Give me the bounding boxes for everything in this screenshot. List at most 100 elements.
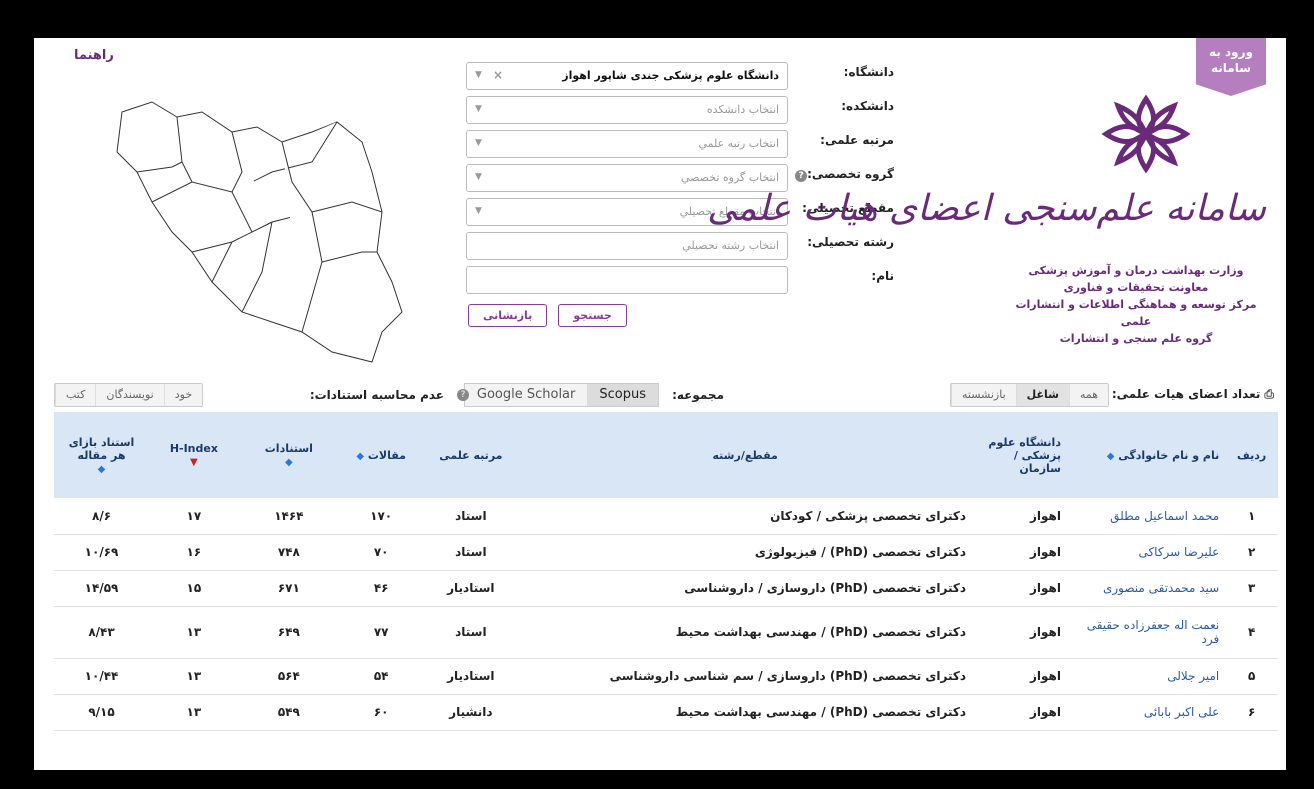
degree-cell: دکترای تخصصی (PhD) / فیزیولوژی xyxy=(518,534,973,571)
group-label-text: گروه تخصصی: xyxy=(807,167,894,181)
row-number: ۶ xyxy=(1225,694,1278,731)
col-articles-label: مقالات xyxy=(367,448,406,462)
cpa-cell: ۹/۱۵ xyxy=(54,694,150,731)
member-name-link[interactable]: علیرضا سرکاکی xyxy=(1066,534,1226,571)
member-name-link[interactable]: سید محمدتقی منصوری xyxy=(1066,570,1226,607)
col-name[interactable]: نام و نام خانوادگی ◆ xyxy=(1066,412,1226,498)
col-cpa[interactable]: استناد بازای هر مقاله ◆ xyxy=(54,412,150,498)
table-row[interactable]: ۶ علی اکبر بابائی اهواز دکترای تخصصی (PhD) … xyxy=(54,694,1278,731)
rank-cell: دانشیار xyxy=(423,694,519,731)
sort-icon[interactable]: ◆ xyxy=(356,451,364,462)
university-label: دانشگاه: xyxy=(843,65,894,79)
help-icon[interactable]: ? xyxy=(795,170,808,182)
rank-label: مرتبه علمی: xyxy=(820,133,894,147)
status-toggle: همه شاغل بازنشسته xyxy=(950,383,1109,407)
table-row[interactable]: ۵ امیر جلالی اهواز دکترای تخصصی (PhD) داروس… xyxy=(54,658,1278,695)
col-row: ردیف xyxy=(1225,412,1278,498)
rank-select[interactable]: انتخاب رتبه علمي ▼ xyxy=(466,130,788,158)
table-row[interactable]: ۱ محمد اسماعیل مطلق اهواز دکترای تخصصی پزشک… xyxy=(54,498,1278,535)
row-number: ۴ xyxy=(1225,606,1278,659)
articles-cell: ۶۰ xyxy=(338,694,424,731)
col-name-label: نام و نام خانوادگی xyxy=(1118,448,1220,462)
col-degree: مقطع/رشته xyxy=(518,412,973,498)
citations-cell: ۶۴۹ xyxy=(238,606,339,659)
articles-cell: ۱۷۰ xyxy=(338,498,424,535)
status-active[interactable]: شاغل xyxy=(1015,384,1069,406)
citations-cell: ۱۴۶۴ xyxy=(238,498,339,535)
univ-cell: اهواز xyxy=(972,534,1067,571)
exclude-self[interactable]: خود xyxy=(163,384,202,406)
cpa-cell: ۱۰/۶۹ xyxy=(54,534,150,571)
exclude-label: عدم محاسبه استنادات: xyxy=(309,388,444,402)
citations-cell: ۵۶۴ xyxy=(238,658,339,695)
filter-bar: ⎙تعداد اعضای هیات علمی: ۶۴۱ همه شاغل باز… xyxy=(54,383,1274,407)
source-google-scholar[interactable]: Google Scholar xyxy=(465,384,588,406)
help-icon[interactable]: ? xyxy=(457,389,469,401)
faculty-select[interactable]: انتخاب دانشکده ▼ xyxy=(466,96,788,124)
exclude-authors[interactable]: نویسندگان xyxy=(95,384,163,406)
chevron-down-icon: ▼ xyxy=(475,138,482,148)
col-hindex[interactable]: H-Index ▼ xyxy=(149,412,239,498)
iran-map[interactable] xyxy=(82,72,422,372)
exclude-books[interactable]: کتب xyxy=(55,384,95,406)
hindex-cell: ۱۷ xyxy=(149,498,239,535)
field-label: رشته تحصیلی: xyxy=(807,235,894,249)
chevron-down-icon: ▼ xyxy=(475,104,482,114)
cpa-cell: ۱۴/۵۹ xyxy=(54,570,150,607)
sort-icon[interactable]: ◆ xyxy=(98,464,106,475)
university-row: دانشگاه: دانشگاه علوم پزشکی جندی شاپور ا… xyxy=(464,58,894,92)
exclude-toggle: خود نویسندگان کتب xyxy=(54,383,204,407)
members-table: ردیف نام و نام خانوادگی ◆ دانشگاه علوم پ… xyxy=(54,412,1278,731)
member-count: ⎙تعداد اعضای هیات علمی: ۶۴۱ xyxy=(1086,387,1274,402)
source-scopus[interactable]: Scopus xyxy=(587,384,658,406)
main-page: راهنما دانشگاه: دانشگاه علوم پزشکی جندی … xyxy=(34,38,1286,770)
clear-icon[interactable]: × xyxy=(493,68,503,82)
articles-cell: ۷۷ xyxy=(338,606,424,659)
collection-label: مجموعه: xyxy=(672,388,724,402)
sort-desc-icon[interactable]: ▼ xyxy=(190,457,198,468)
faculty-placeholder: انتخاب دانشکده xyxy=(706,103,779,116)
col-rank: مرتبه علمی xyxy=(423,412,519,498)
university-select[interactable]: دانشگاه علوم پزشکی جندی شاپور اهواز × ▼ xyxy=(466,62,788,90)
sort-icon[interactable]: ◆ xyxy=(1107,451,1115,462)
member-count-text: تعداد اعضای هیات علمی: ۶۴۱ xyxy=(1086,387,1261,401)
cpa-cell: ۸/۴۳ xyxy=(54,606,150,659)
login-badge[interactable]: ورود به سامانه xyxy=(1196,38,1266,96)
table-row[interactable]: ۲ علیرضا سرکاکی اهواز دکترای تخصصی (PhD) / … xyxy=(54,534,1278,571)
col-articles[interactable]: مقالات ◆ xyxy=(338,412,424,498)
member-name-link[interactable]: محمد اسماعیل مطلق xyxy=(1066,498,1226,535)
faculty-label: دانشکده: xyxy=(841,99,894,113)
cpa-cell: ۱۰/۴۴ xyxy=(54,658,150,695)
col-citations-label: استنادات xyxy=(264,442,313,455)
status-retired[interactable]: بازنشسته xyxy=(951,384,1016,406)
reset-button[interactable]: بازنشانی xyxy=(468,304,548,327)
table-row[interactable]: ۳ سید محمدتقی منصوری اهواز دکترای تخصصی (Ph… xyxy=(54,570,1278,607)
chevron-down-icon[interactable]: ▼ xyxy=(475,70,482,80)
member-name-link[interactable]: امیر جلالی xyxy=(1066,658,1226,695)
printer-icon[interactable]: ⎙ xyxy=(1264,387,1274,402)
member-name-link[interactable]: علی اکبر بابائی xyxy=(1066,694,1226,731)
chevron-down-icon: ▼ xyxy=(475,172,482,182)
table-row[interactable]: ۴ نعمت اله جعفرزاده حقیقی فرد اهواز دکترای … xyxy=(54,606,1278,659)
rank-cell: استاد xyxy=(423,498,519,535)
source-toggle: Google Scholar Scopus xyxy=(463,383,659,407)
hindex-cell: ۱۵ xyxy=(149,570,239,607)
member-name-link[interactable]: نعمت اله جعفرزاده حقیقی فرد xyxy=(1066,606,1226,659)
guide-link[interactable]: راهنما xyxy=(74,48,114,63)
sort-icon[interactable]: ◆ xyxy=(285,457,293,468)
form-buttons: بازنشانی جستجو xyxy=(468,304,633,327)
name-input[interactable] xyxy=(466,266,788,294)
search-button[interactable]: جستجو xyxy=(558,304,627,327)
org-line: گروه علم سنجی و انتشارات xyxy=(1059,332,1213,345)
rank-cell: استادیار xyxy=(423,658,519,695)
col-citations[interactable]: استنادات ◆ xyxy=(238,412,339,498)
status-all[interactable]: همه xyxy=(1068,384,1108,406)
search-form: دانشگاه: دانشگاه علوم پزشکی جندی شاپور ا… xyxy=(464,58,894,296)
col-hindex-label: H-Index xyxy=(169,442,218,455)
field-placeholder: انتخاب رشته تحصيلي xyxy=(682,239,779,252)
org-line: مرکز توسعه و هماهنگی اطلاعات و انتشارات … xyxy=(1015,298,1257,328)
degree-cell: دکترای تخصصی (PhD) / مهندسی بهداشت محیط xyxy=(518,694,973,731)
degree-cell: دکترای تخصصی پزشکی / کودکان xyxy=(518,498,973,535)
rank-cell: استادیار xyxy=(423,570,519,607)
field-input[interactable]: انتخاب رشته تحصيلي xyxy=(466,232,788,260)
